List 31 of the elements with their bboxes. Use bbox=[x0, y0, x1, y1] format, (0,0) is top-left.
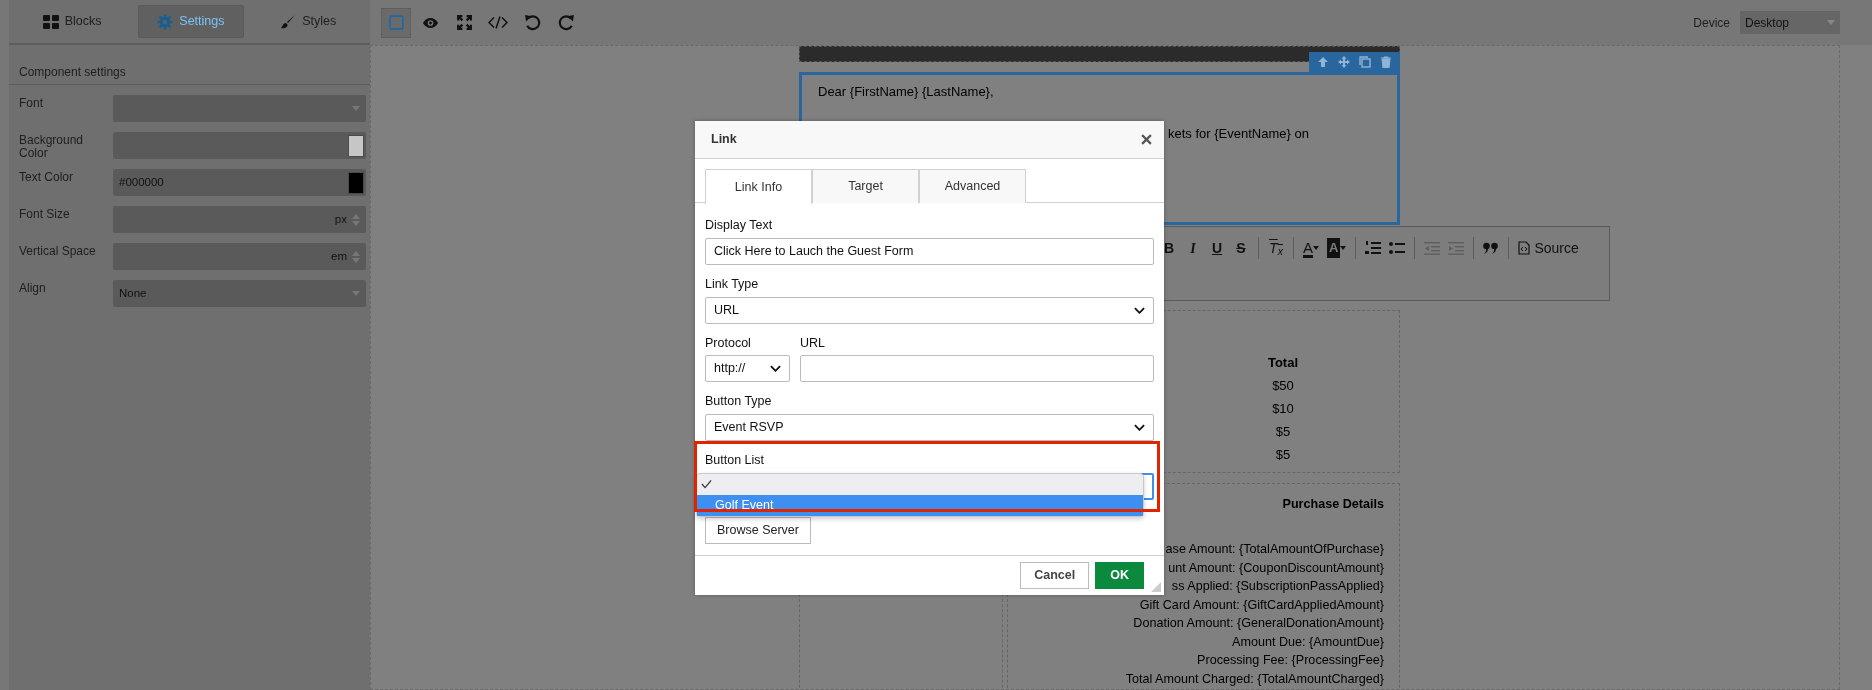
detail-line: Amount Due: {AmountDue} bbox=[1232, 634, 1384, 649]
field-label: Align bbox=[19, 280, 47, 297]
section-title: Purchase Details bbox=[1281, 496, 1384, 513]
field-label: Protocol bbox=[705, 335, 751, 350]
field-label: Vertical Space bbox=[19, 243, 97, 260]
table-cell-text: $5 bbox=[1274, 446, 1292, 464]
body-text: kets for {EventName} on bbox=[1168, 125, 1309, 141]
greeting-text: Dear {FirstName} {LastName}, bbox=[818, 84, 994, 99]
column-header: Total bbox=[1266, 354, 1300, 372]
field-label: URL bbox=[800, 335, 825, 350]
panel-heading: Component settings bbox=[19, 65, 126, 79]
detail-line: Gift Card Amount: {GiftCardAppliedAmount} bbox=[1139, 597, 1384, 612]
field-label: Display Text bbox=[705, 218, 773, 232]
detail-line: unt Amount: {CouponDiscountAmount} bbox=[1168, 560, 1384, 575]
field-label: Background Color bbox=[19, 132, 85, 159]
field-label: Text Color bbox=[19, 169, 75, 186]
table-cell-text: $5 bbox=[1274, 423, 1292, 441]
detail-line: ase Amount: {TotalAmountOfPurchase} bbox=[1165, 542, 1384, 556]
field-label: Link Type bbox=[705, 276, 759, 291]
device-label: Device bbox=[1693, 14, 1730, 32]
detail-line: Processing Fee: {ProcessingFee} bbox=[1197, 653, 1384, 667]
field-label: Font bbox=[19, 95, 44, 112]
detail-line: ss Applied: {SubscriptionPassApplied} bbox=[1171, 579, 1384, 593]
dialog-title: Link bbox=[711, 131, 737, 149]
table-cell-text: $10 bbox=[1271, 400, 1295, 418]
field-label: Font Size bbox=[19, 206, 71, 223]
detail-line: Total Amount Charged: {TotalAmountCharged} bbox=[1125, 671, 1384, 686]
table-cell-text: $50 bbox=[1271, 377, 1295, 395]
detail-line: Donation Amount: {GeneralDonationAmount} bbox=[1133, 616, 1384, 630]
field-label: Button List bbox=[705, 453, 765, 467]
field-label: Button Type bbox=[705, 394, 772, 409]
